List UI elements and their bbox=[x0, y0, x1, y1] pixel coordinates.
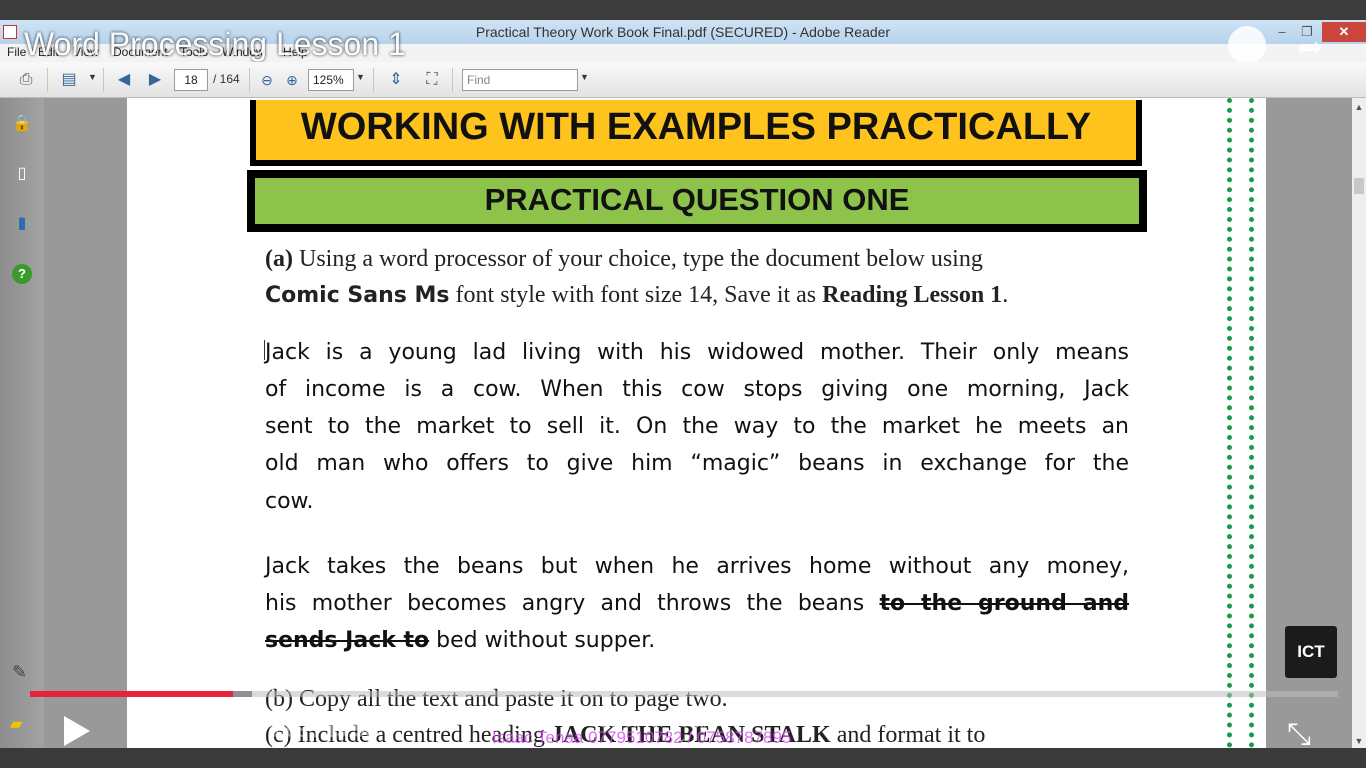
question-a-text: font style with font size 14, Save it as bbox=[449, 282, 823, 308]
toolbar-separator bbox=[47, 68, 48, 92]
video-progress-fill bbox=[30, 691, 233, 697]
full-screen-icon[interactable]: ⛶ bbox=[421, 70, 443, 90]
pages-icon[interactable]: ▯ bbox=[12, 164, 32, 184]
question-a-line2: Comic Sans Ms font style with font size … bbox=[265, 282, 1008, 309]
find-input[interactable]: Find bbox=[462, 69, 578, 91]
video-buffer-bar bbox=[232, 691, 252, 697]
channel-logo: ICT bbox=[1285, 626, 1337, 678]
help-icon[interactable]: ? bbox=[12, 264, 32, 284]
scrollbar-thumb[interactable] bbox=[1354, 178, 1364, 194]
exit-fullscreen-icon[interactable]: ⤡ bbox=[1287, 718, 1311, 752]
paragraph1-line: sent to the market to sell it. On the wa… bbox=[265, 414, 1129, 439]
chevron-down-icon[interactable]: ▼ bbox=[356, 72, 365, 82]
page-heading: WORKING WITH EXAMPLES PRACTICALLY bbox=[300, 106, 1092, 148]
paragraph1-line: cow. bbox=[265, 489, 314, 514]
toolbar-separator bbox=[249, 68, 250, 92]
close-button[interactable]: ✕ bbox=[1322, 22, 1366, 42]
video-time: 3:08 / 19:56 bbox=[268, 720, 376, 742]
paragraph2-line: sends Jack to bed without supper. bbox=[265, 628, 1129, 653]
toolbar-separator bbox=[103, 68, 104, 92]
paragraph1-line: of income is a cow. When this cow stops … bbox=[265, 377, 1129, 402]
toolbar-separator bbox=[452, 68, 453, 92]
question-a-text: Using a word processor of your choice, t… bbox=[292, 246, 983, 272]
navigation-pane bbox=[0, 98, 44, 748]
scroll-up-icon[interactable]: ▲ bbox=[1352, 100, 1366, 114]
page-total: / 164 bbox=[213, 72, 240, 86]
bottom-strip bbox=[0, 748, 1366, 768]
toolbar-separator bbox=[373, 68, 374, 92]
attachment-icon[interactable]: ✎ bbox=[12, 662, 27, 683]
zoom-level-field[interactable]: 125% bbox=[308, 69, 354, 91]
chevron-down-icon[interactable]: ▼ bbox=[580, 72, 589, 82]
chevron-down-icon[interactable]: ▼ bbox=[88, 72, 97, 82]
create-pdf-icon[interactable]: ▤ bbox=[58, 70, 80, 90]
paragraph2-line: his mother becomes angry and throws the … bbox=[265, 591, 1129, 616]
page-border-dotted bbox=[1227, 98, 1232, 748]
scroll-down-icon[interactable]: ▼ bbox=[1352, 734, 1366, 748]
paragraph2-text: his mother becomes angry and throws the … bbox=[265, 591, 880, 616]
previous-page-icon[interactable]: ◀ bbox=[113, 70, 135, 90]
page-number-input[interactable]: 18 bbox=[174, 69, 208, 91]
font-name: Comic Sans Ms bbox=[265, 283, 450, 308]
paragraph2-line: Jack takes the beans but when he arrives… bbox=[265, 554, 1129, 579]
play-icon[interactable] bbox=[64, 716, 90, 746]
zoom-in-icon[interactable]: ⊕ bbox=[281, 70, 303, 90]
lock-icon[interactable]: 🔒 bbox=[12, 114, 32, 134]
strikethrough-text: to the ground and bbox=[879, 591, 1130, 616]
comments-icon[interactable]: ▰ bbox=[10, 714, 22, 734]
zoom-out-icon[interactable]: ⊖ bbox=[256, 70, 278, 90]
paragraph1-line: Jack is a young lad living with his wido… bbox=[265, 340, 1129, 365]
question-a-text: . bbox=[1002, 282, 1009, 308]
fit-page-icon[interactable]: ⇕ bbox=[385, 70, 407, 90]
print-icon[interactable]: ⎙ bbox=[15, 70, 37, 90]
strikethrough-text: sends Jack to bbox=[265, 628, 430, 653]
bookmarks-icon[interactable]: ▮ bbox=[12, 214, 32, 234]
page-border-dotted bbox=[1249, 98, 1254, 748]
sub-heading: PRACTICAL QUESTION ONE bbox=[484, 182, 910, 217]
watermark-text: Isaac Tenaa 0779510782 / 0758787895 bbox=[492, 728, 792, 747]
watch-later-icon[interactable] bbox=[1228, 26, 1266, 64]
top-strip bbox=[0, 0, 1366, 20]
next-page-icon[interactable]: ▶ bbox=[144, 70, 166, 90]
paragraph1-line: old man who offers to give him “magic” b… bbox=[265, 451, 1129, 476]
video-title: Word Processing Lesson 1 bbox=[24, 26, 406, 62]
share-icon[interactable]: ➦ bbox=[1298, 30, 1323, 65]
vertical-scrollbar[interactable] bbox=[1352, 98, 1366, 748]
minimize-button[interactable]: – bbox=[1270, 22, 1294, 42]
question-a-label: (a) bbox=[265, 246, 293, 272]
question-c-text: and format it to bbox=[830, 722, 986, 748]
question-a-line1: (a) Using a word processor of your choic… bbox=[265, 246, 983, 273]
save-name: Reading Lesson 1 bbox=[822, 282, 1003, 308]
paragraph2-text: bed without supper. bbox=[429, 628, 656, 653]
